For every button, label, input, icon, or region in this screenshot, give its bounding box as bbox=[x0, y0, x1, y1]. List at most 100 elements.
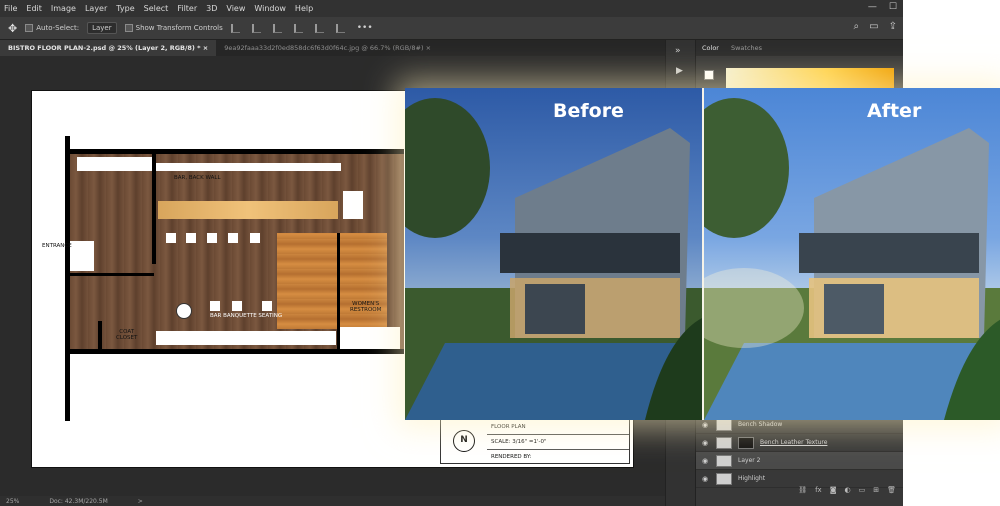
link-layers-icon[interactable]: ⛓ bbox=[798, 486, 807, 496]
tab-close-icon[interactable]: × bbox=[203, 44, 208, 52]
share-icon[interactable]: ⇪ bbox=[889, 21, 897, 32]
align-middle-icon[interactable] bbox=[314, 23, 324, 33]
after-label: After bbox=[867, 100, 922, 122]
menu-view[interactable]: View bbox=[226, 4, 245, 13]
table bbox=[176, 303, 192, 319]
menu-bar: File Edit Image Layer Type Select Filter… bbox=[0, 0, 903, 17]
stool bbox=[210, 301, 220, 311]
label-womens-restroom: WOMEN'S RESTROOM bbox=[350, 301, 382, 313]
visibility-eye-icon[interactable]: ◉ bbox=[702, 457, 710, 465]
restroom-fixture bbox=[340, 327, 400, 349]
wall bbox=[152, 154, 156, 264]
label-bar-banquette: BAR BANQUETTE SEATING bbox=[210, 313, 283, 319]
fixture bbox=[343, 191, 363, 219]
house-render-before bbox=[405, 98, 702, 420]
menu-help[interactable]: Help bbox=[295, 4, 313, 13]
stool bbox=[250, 233, 260, 243]
menu-select[interactable]: Select bbox=[144, 4, 169, 13]
align-center-icon[interactable] bbox=[251, 23, 261, 33]
new-layer-icon[interactable]: ⊞ bbox=[873, 486, 879, 496]
menu-filter[interactable]: Filter bbox=[177, 4, 197, 13]
move-tool-icon[interactable]: ✥ bbox=[8, 22, 17, 35]
doc-size: Doc: 42.3M/220.5M bbox=[49, 497, 108, 505]
color-panel-tabs: Color Swatches bbox=[696, 40, 903, 56]
north-arrow-icon: N bbox=[453, 430, 475, 452]
foreground-color-swatch[interactable] bbox=[704, 70, 714, 80]
menu-edit[interactable]: Edit bbox=[26, 4, 42, 13]
entrance-door bbox=[70, 241, 94, 271]
tab-color[interactable]: Color bbox=[702, 44, 719, 52]
align-bottom-icon[interactable] bbox=[335, 23, 345, 33]
adjustment-icon[interactable]: ◐ bbox=[845, 486, 851, 496]
visibility-eye-icon[interactable]: ◉ bbox=[702, 421, 710, 429]
tab-swatches[interactable]: Swatches bbox=[731, 44, 762, 52]
folder-icon[interactable]: ▭ bbox=[859, 486, 866, 496]
before-label: Before bbox=[553, 100, 624, 122]
layer-name: Highlight bbox=[738, 475, 766, 482]
layer-name: Layer 2 bbox=[738, 457, 761, 464]
play-icon[interactable]: ▶ bbox=[676, 66, 695, 76]
counter bbox=[77, 157, 152, 171]
house-render-after bbox=[704, 98, 1000, 420]
stool bbox=[207, 233, 217, 243]
stool bbox=[262, 301, 272, 311]
tab-bistro-floor-plan[interactable]: BISTRO FLOOR PLAN-2.psd @ 25% (Layer 2, … bbox=[0, 40, 217, 56]
wall bbox=[98, 321, 102, 351]
menu-type[interactable]: Type bbox=[116, 4, 134, 13]
auto-select-checkbox[interactable]: Auto-Select: bbox=[25, 24, 79, 32]
zoom-level[interactable]: 25% bbox=[6, 498, 19, 505]
show-transform-checkbox[interactable]: Show Transform Controls bbox=[124, 24, 223, 32]
title-block: N FLOOR PLAN SCALE: 3/16" =1'-0" RENDERE… bbox=[440, 419, 630, 464]
more-options-button[interactable]: ••• bbox=[357, 23, 373, 33]
label-coat-closet: COAT CLOSET bbox=[116, 329, 138, 341]
layer-thumbnail bbox=[716, 436, 732, 449]
layer-mask-thumbnail[interactable] bbox=[738, 436, 754, 449]
visibility-eye-icon[interactable]: ◉ bbox=[702, 475, 710, 483]
menu-file[interactable]: File bbox=[4, 4, 17, 13]
checkbox-icon bbox=[124, 24, 133, 32]
tab-jpg-image[interactable]: 9ea92faaa33d2f0ed858dc6f63d0f64c.jpg @ 6… bbox=[216, 40, 439, 56]
status-arrow-icon[interactable]: > bbox=[138, 498, 143, 505]
add-mask-icon[interactable]: ◙ bbox=[830, 486, 837, 496]
tab-label: 9ea92faaa33d2f0ed858dc6f63d0f64c.jpg @ 6… bbox=[224, 44, 424, 52]
title-floor-plan: FLOOR PLAN bbox=[487, 420, 629, 435]
stool bbox=[232, 301, 242, 311]
tab-close-icon[interactable]: × bbox=[426, 44, 431, 52]
maximize-button[interactable]: ☐ bbox=[889, 2, 897, 12]
menu-window[interactable]: Window bbox=[254, 4, 286, 13]
show-transform-label: Show Transform Controls bbox=[135, 24, 223, 32]
layers-footer: ⛓ fx ◙ ◐ ▭ ⊞ 🗑 bbox=[696, 486, 903, 496]
stool bbox=[166, 233, 176, 243]
layer-name: Bench Leather Texture bbox=[760, 439, 828, 446]
before-after-overlay: Before After bbox=[405, 88, 1000, 420]
menu-image[interactable]: Image bbox=[51, 4, 76, 13]
wall bbox=[70, 273, 154, 276]
align-right-icon[interactable] bbox=[272, 23, 282, 33]
align-top-icon[interactable] bbox=[293, 23, 303, 33]
auto-select-label: Auto-Select: bbox=[36, 24, 80, 32]
trash-icon[interactable]: 🗑 bbox=[887, 486, 896, 496]
document-tabs: BISTRO FLOOR PLAN-2.psd @ 25% (Layer 2, … bbox=[0, 40, 665, 56]
fx-icon[interactable]: fx bbox=[815, 486, 822, 496]
optbar-right-icons: ⌕ ▭ ⇪ bbox=[854, 21, 897, 32]
window-controls: — ☐ bbox=[868, 2, 897, 12]
align-left-icon[interactable] bbox=[230, 23, 240, 33]
bar-counter bbox=[158, 201, 338, 219]
title-rendered-by: RENDERED BY: bbox=[491, 454, 532, 460]
visibility-eye-icon[interactable]: ◉ bbox=[702, 439, 710, 447]
layer-thumbnail bbox=[716, 454, 732, 467]
layers-list: ◉ Bench Shadow ◉ Bench Leather Texture ◉… bbox=[696, 416, 903, 496]
collapse-icon[interactable]: » bbox=[675, 46, 695, 56]
label-bar-back-wall: BAR, BACK WALL bbox=[174, 175, 221, 181]
search-icon[interactable]: ⌕ bbox=[854, 21, 860, 32]
auto-select-dropdown[interactable]: Layer bbox=[87, 22, 117, 34]
menu-layer[interactable]: Layer bbox=[85, 4, 107, 13]
layer-row-layer-2[interactable]: ◉ Layer 2 bbox=[696, 452, 903, 470]
status-bar: 25% Doc: 42.3M/220.5M > bbox=[0, 496, 665, 506]
title-scale: SCALE: 3/16" =1'-0" bbox=[487, 435, 629, 450]
minimize-button[interactable]: — bbox=[868, 2, 877, 12]
menu-3d[interactable]: 3D bbox=[206, 4, 217, 13]
layer-row-bench-leather-texture[interactable]: ◉ Bench Leather Texture bbox=[696, 434, 903, 452]
workspace-icon[interactable]: ▭ bbox=[869, 21, 878, 32]
floor-plan-drawing: BAR, BACK WALL ENTRANCE COAT CLOSET BAR … bbox=[32, 91, 404, 469]
